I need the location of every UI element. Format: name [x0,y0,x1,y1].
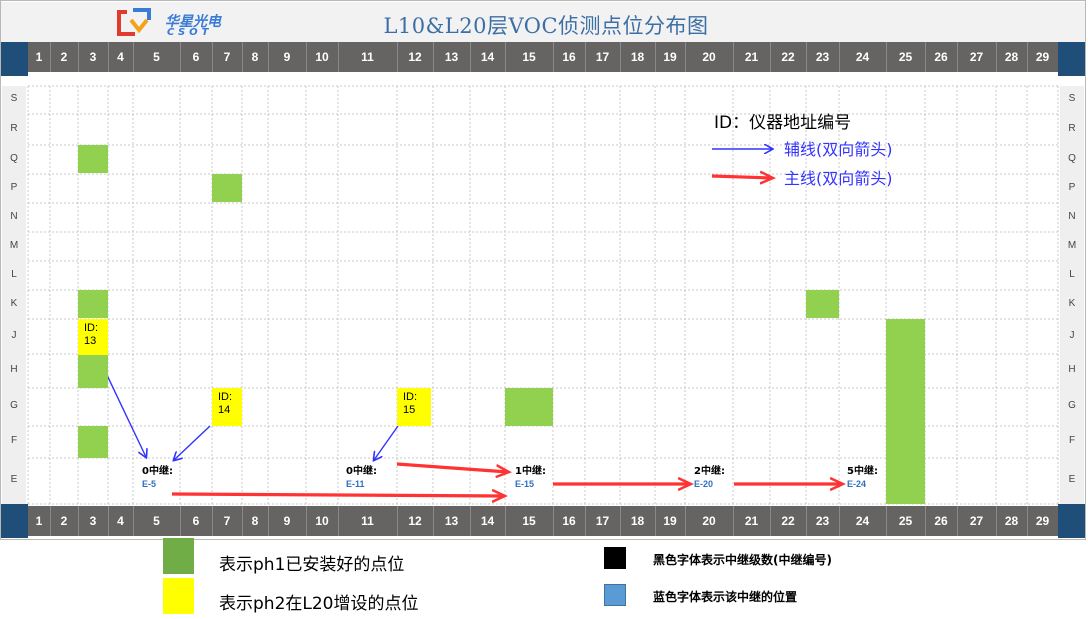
key-ph2-swatch [163,578,194,614]
sensor-id-label: ID: [84,322,99,334]
main-line-arrow [711,176,772,178]
relay-position-label: E-11 [346,479,365,489]
ph1-point-7-P [212,174,242,202]
main-line-arrow [171,494,504,496]
legend-main-line: 主线(双向箭头) [784,169,893,188]
ph1-point-23-K [806,290,839,318]
relay-position-label: E-15 [515,479,535,489]
relay-position-label: E-20 [694,479,714,489]
key-black-swatch [604,547,626,569]
ph1-point-3-Q [78,145,108,173]
ph2-point-id-14: ID: 14 [212,388,242,426]
legend-aux-line: 辅线(双向箭头) [784,140,893,159]
diagram-canvas: 华星光电 CSOT L10&L20层VOC侦测点位分布图 1 2 3 4 5 6 7 8 9 10… [0,0,1088,619]
key-black-font-text: 黑色字体表示中继级数(中继编号) [653,553,832,567]
sensor-id-label: ID: [218,391,233,403]
relay-level-label: 0中继: [346,466,377,477]
key-ph2-text: 表示ph2在L20增设的点位 [219,594,419,614]
key-blue-font-text: 蓝色字体表示该中继的位置 [653,590,798,604]
sensor-id-label: ID: [403,391,418,403]
ph1-point-15-G [505,388,553,426]
ph1-point-3-F [78,426,108,458]
legend-id-note: ID：仪器地址编号 [714,113,852,133]
main-line-arrow [396,462,508,472]
ph2-point-id-15: ID: 15 [397,388,431,426]
key-ph1-swatch [163,538,194,574]
sensor-id-value: 14 [218,404,231,416]
aux-line-arrow [174,425,211,460]
relay-position-label: E-5 [142,479,157,489]
ph1-point-25-column [886,319,925,504]
sensor-id-value: 15 [403,404,416,416]
aux-line-arrow [374,425,399,460]
relay-level-label: 0中继: [142,466,173,477]
relay-level-label: 5中继: [847,466,878,477]
ph1-point-3-K [78,290,108,318]
sensor-id-value: 13 [84,335,97,347]
ph2-point-id-13: ID: 13 [78,319,108,355]
relay-level-label: 2中继: [694,466,725,477]
key-ph1-text: 表示ph1已安装好的点位 [219,555,405,575]
key-blue-swatch [604,584,626,606]
ph1-point-3-H [78,354,108,388]
relay-level-label: 1中继: [515,466,546,477]
relay-position-label: E-24 [847,479,867,489]
